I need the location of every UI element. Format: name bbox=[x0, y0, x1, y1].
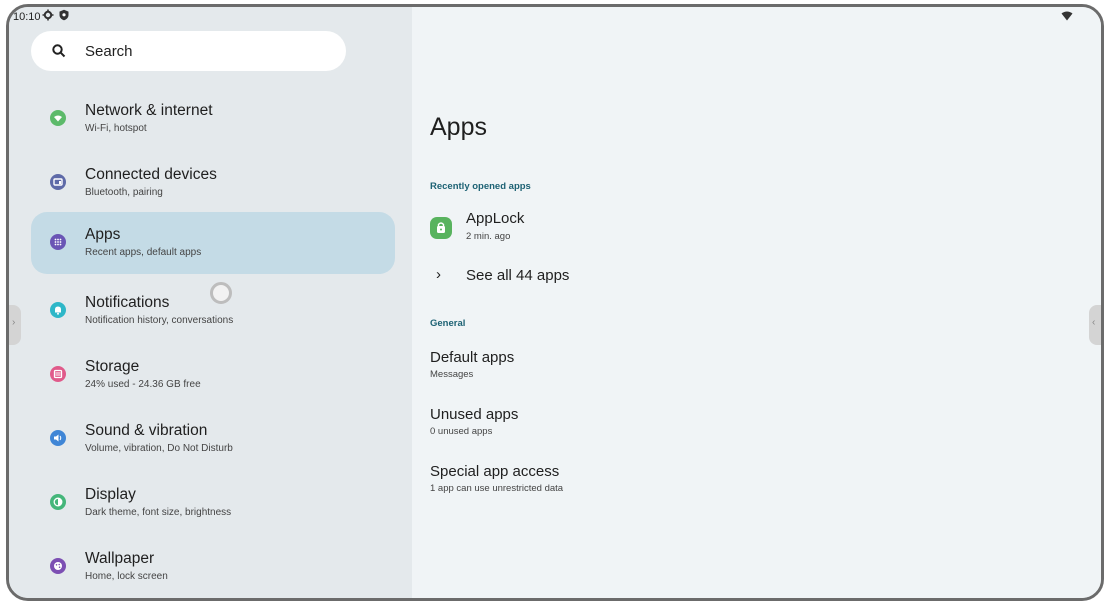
nav-item-apps[interactable]: Apps Recent apps, default apps bbox=[31, 212, 395, 274]
page-title: Apps bbox=[430, 113, 487, 141]
search-bar[interactable]: Search bbox=[31, 31, 346, 71]
status-time: 10:10 bbox=[13, 11, 41, 23]
nav-item-subtitle: Recent apps, default apps bbox=[85, 247, 202, 258]
pref-title: Special app access bbox=[430, 463, 560, 480]
nav-item-title: Storage bbox=[85, 358, 140, 375]
nav-item-subtitle: Home, lock screen bbox=[85, 571, 168, 582]
touch-indicator bbox=[210, 282, 232, 304]
nav-item-network-internet[interactable]: Network & internet Wi-Fi, hotspot bbox=[31, 88, 395, 150]
nav-item-title: Apps bbox=[85, 226, 121, 243]
nav-item-subtitle: Bluetooth, pairing bbox=[85, 187, 163, 198]
apps-detail-pane: Apps Recently opened apps AppLock 2 min.… bbox=[412, 7, 1101, 598]
nav-item-subtitle: Dark theme, font size, brightness bbox=[85, 507, 232, 518]
pref-title: Unused apps bbox=[430, 406, 519, 423]
search-icon bbox=[52, 44, 66, 58]
wifi-icon bbox=[50, 110, 66, 126]
nav-item-display[interactable]: Display Dark theme, font size, brightnes… bbox=[31, 472, 395, 534]
recent-app-name: AppLock bbox=[466, 210, 525, 227]
nav-item-subtitle: Notification history, conversations bbox=[85, 315, 234, 326]
wifi-signal-icon bbox=[1061, 11, 1073, 21]
chevron-right-icon: › bbox=[436, 266, 441, 283]
nav-item-title: Notifications bbox=[85, 294, 170, 311]
settings-sidebar: Search Network & internet Wi-Fi, hotspot… bbox=[9, 7, 412, 598]
shield-icon bbox=[59, 9, 69, 21]
section-header-general: General bbox=[430, 318, 466, 329]
brightness-icon bbox=[50, 494, 66, 510]
pref-subtitle: 0 unused apps bbox=[430, 426, 493, 437]
pref-subtitle: 1 app can use unrestricted data bbox=[430, 483, 564, 494]
speaker-icon bbox=[50, 430, 66, 446]
nav-item-wallpaper[interactable]: Wallpaper Home, lock screen bbox=[31, 536, 395, 598]
search-placeholder: Search bbox=[85, 43, 133, 60]
applock-icon bbox=[430, 217, 452, 239]
apps-grid-icon bbox=[50, 234, 66, 250]
nav-item-title: Sound & vibration bbox=[85, 422, 208, 439]
nav-item-subtitle: 24% used - 24.36 GB free bbox=[85, 379, 201, 390]
nav-item-title: Network & internet bbox=[85, 102, 213, 119]
chevron-left-icon: ‹ bbox=[1092, 317, 1096, 328]
palette-icon bbox=[50, 558, 66, 574]
pref-subtitle: Messages bbox=[430, 369, 474, 380]
devices-icon bbox=[50, 174, 66, 190]
chevron-right-icon: › bbox=[12, 317, 16, 328]
nav-item-title: Connected devices bbox=[85, 166, 217, 183]
nav-item-title: Display bbox=[85, 486, 136, 503]
left-edge-handle[interactable]: › bbox=[9, 305, 21, 345]
bell-icon bbox=[50, 302, 66, 318]
right-edge-handle[interactable]: ‹ bbox=[1089, 305, 1101, 345]
nav-item-subtitle: Volume, vibration, Do Not Disturb bbox=[85, 443, 233, 454]
storage-icon bbox=[50, 366, 66, 382]
nav-item-storage[interactable]: Storage 24% used - 24.36 GB free bbox=[31, 344, 395, 406]
pref-title: Default apps bbox=[430, 349, 515, 366]
settings-gear-icon bbox=[42, 9, 54, 21]
nav-item-connected-devices[interactable]: Connected devices Bluetooth, pairing bbox=[31, 152, 395, 214]
section-header-recent: Recently opened apps bbox=[430, 181, 531, 192]
recent-app-time: 2 min. ago bbox=[466, 231, 511, 242]
tablet-screen: 10:10 Search Network & internet Wi-Fi, h… bbox=[6, 4, 1104, 601]
status-bar: 10:10 bbox=[9, 7, 1101, 29]
nav-item-title: Wallpaper bbox=[85, 550, 155, 567]
see-all-apps-label: See all 44 apps bbox=[466, 267, 570, 284]
nav-item-subtitle: Wi-Fi, hotspot bbox=[85, 123, 147, 134]
nav-item-sound-vibration[interactable]: Sound & vibration Volume, vibration, Do … bbox=[31, 408, 395, 470]
